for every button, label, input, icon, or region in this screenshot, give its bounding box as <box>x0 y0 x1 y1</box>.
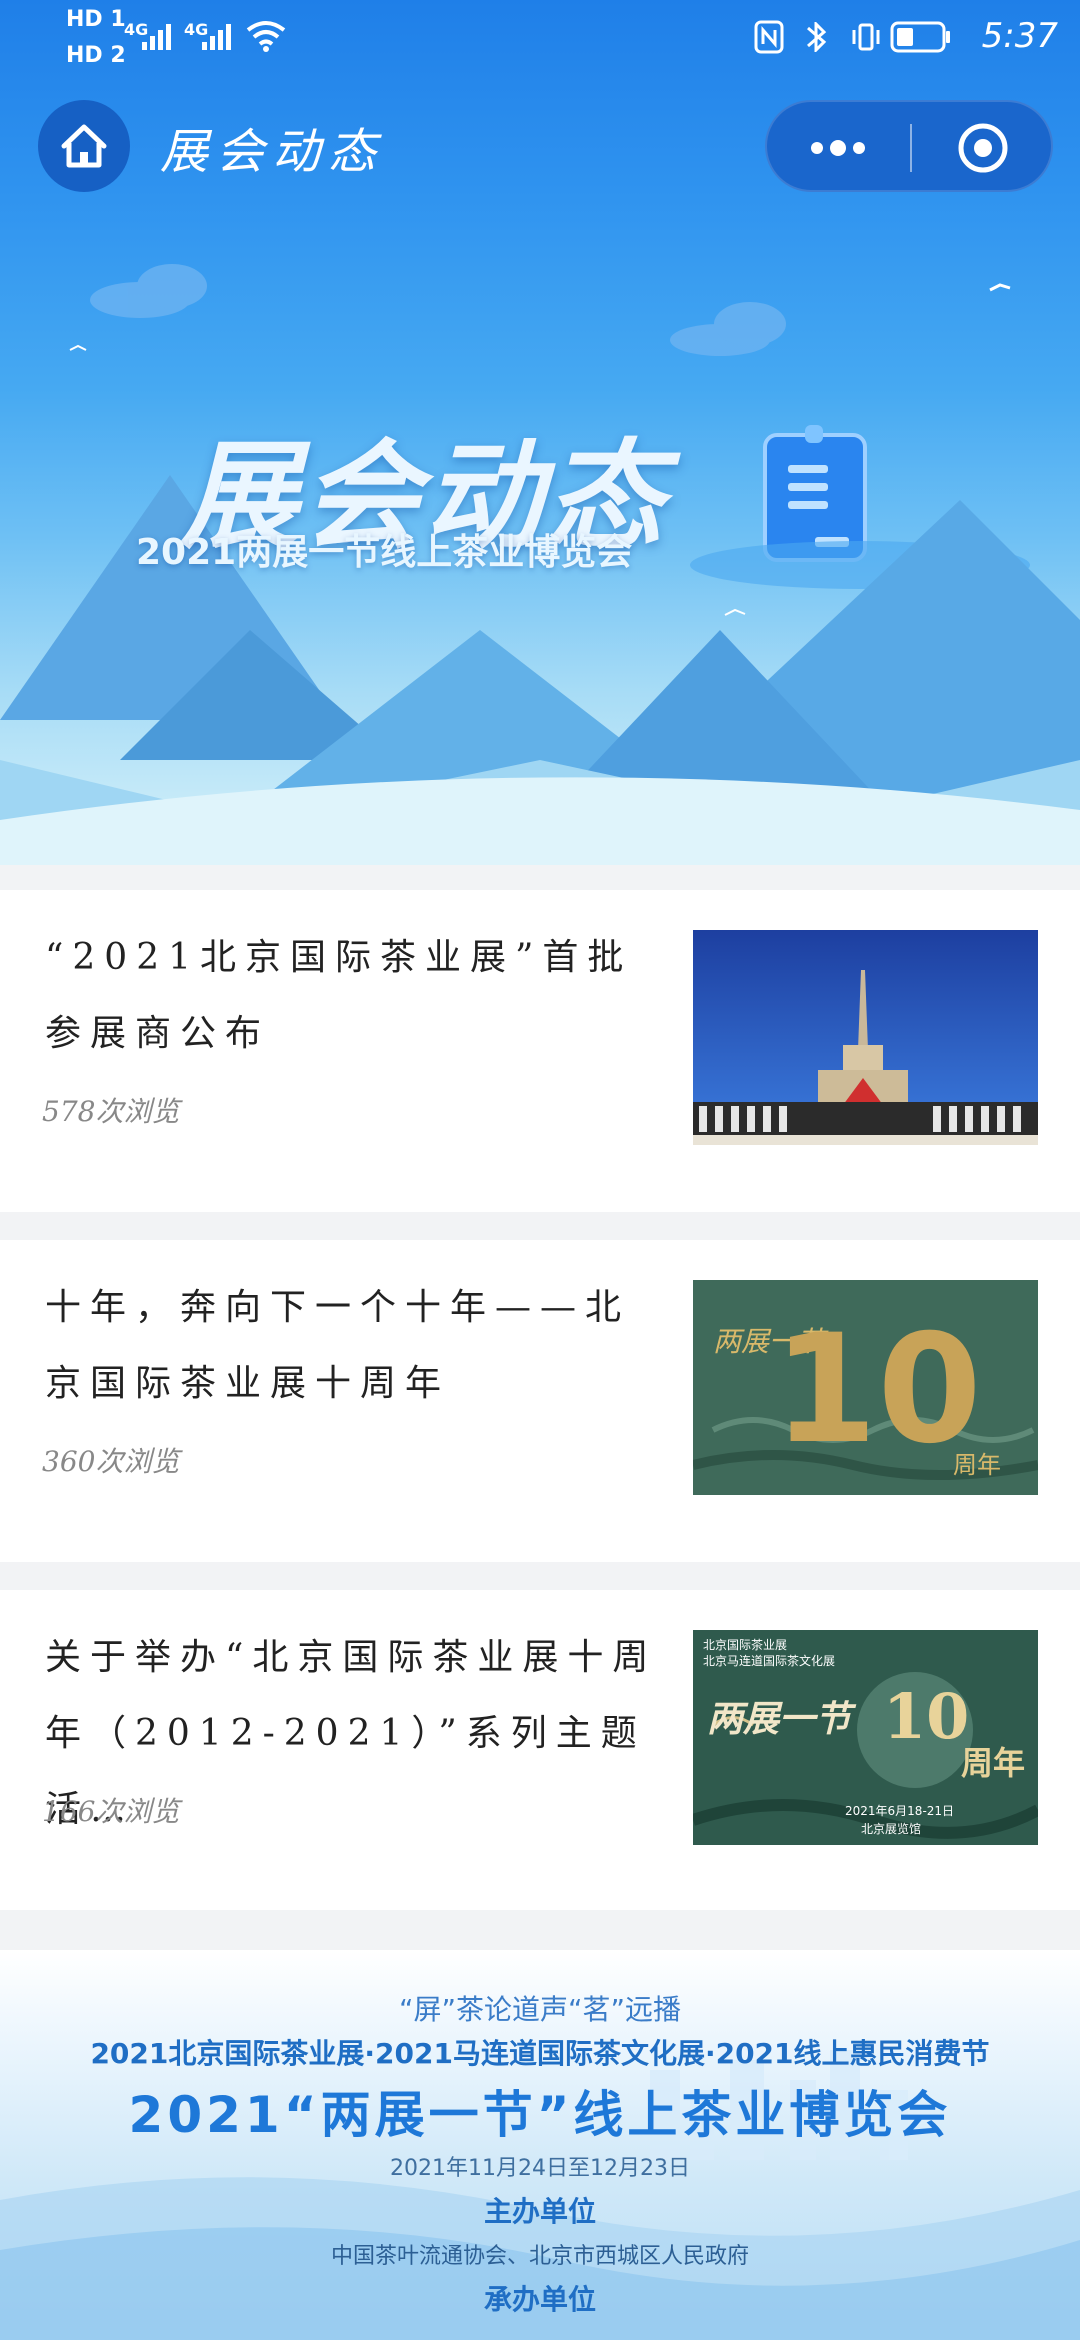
thumbnail-text: 周年 <box>961 1744 1026 1782</box>
thumbnail-text: 北京国际茶业展 <box>703 1638 788 1652</box>
sim1-label: HD 1 <box>66 7 126 32</box>
thumbnail-number: 10 <box>883 1680 970 1753</box>
article-view-count: 166次浏览 <box>42 1795 180 1828</box>
close-miniprogram-icon[interactable] <box>955 120 1011 176</box>
article-card[interactable]: 关于举办“北京国际茶业展十周年（2012-2021）”系列主题活… 166次浏览… <box>0 1590 1080 1910</box>
signal-icon <box>142 24 171 50</box>
banner-subtitle: 2021两展一节线上茶业博览会 <box>136 532 633 573</box>
nfc-icon <box>754 20 784 54</box>
vibrate-icon <box>852 23 880 51</box>
footer-banner: “屏”茶论道声“茗”远播 2021北京国际茶业展·2021马连道国际茶文化展·2… <box>0 1950 1080 2340</box>
footer-slogan: “屏”茶论道声“茗”远播 <box>398 1993 682 2026</box>
header-banner-area: HD 1 HD 2 4G 4G 5:37 展会动态 展会动态 2021两展一节线… <box>0 0 1080 865</box>
footer-main-title: 2021“两展一节”线上茶业博览会 <box>128 2086 952 2144</box>
more-icon[interactable] <box>807 132 869 164</box>
thumbnail-text: 2021年6月18-21日 <box>845 1804 955 1818</box>
home-icon <box>61 124 107 168</box>
wifi-icon <box>246 21 286 52</box>
thumbnail-text: 两展一节 <box>707 1698 852 1740</box>
article-card[interactable]: 十年，奔向下一个十年——北京国际茶业展十周年 360次浏览 两展一节 10 周年 <box>0 1240 1080 1562</box>
thumbnail-text: 北京马连道国际茶文化展 <box>703 1654 836 1668</box>
status-bar: HD 1 HD 2 4G 4G 5:37 <box>0 0 1080 80</box>
capsule-divider <box>910 124 912 172</box>
footer-host-label: 主办单位 <box>483 2195 596 2228</box>
article-thumbnail[interactable]: 两展一节 10 周年 <box>693 1280 1038 1495</box>
signal-icon <box>202 24 231 50</box>
article-card[interactable]: “2021北京国际茶业展”首批参展商公布 578次浏览 <box>0 890 1080 1212</box>
clock: 5:37 <box>981 16 1058 56</box>
article-view-count: 578次浏览 <box>42 1095 180 1128</box>
thumbnail-text: 北京展览馆 <box>861 1822 922 1836</box>
footer-dates: 2021年11月24日至12月23日 <box>390 2156 690 2181</box>
home-button[interactable] <box>38 100 130 192</box>
footer-events: 2021北京国际茶业展·2021马连道国际茶文化展·2021线上惠民消费节 <box>90 2037 990 2070</box>
page-title: 展会动态 <box>160 124 385 180</box>
thumbnail-number: 10 <box>773 1303 982 1477</box>
article-title[interactable]: “2021北京国际茶业展”首批参展商公布 <box>45 920 665 1072</box>
battery-icon <box>890 21 950 53</box>
article-view-count: 360次浏览 <box>42 1445 180 1478</box>
thumbnail-text: 周年 <box>953 1451 1001 1479</box>
article-thumbnail[interactable] <box>693 930 1038 1145</box>
footer-host: 中国茶叶流通协会、北京市西城区人民政府 <box>330 2244 749 2269</box>
miniprogram-capsule <box>765 100 1053 192</box>
bluetooth-icon <box>807 22 827 52</box>
article-thumbnail[interactable]: 北京国际茶业展 北京马连道国际茶文化展 两展一节 10 周年 2021年6月18… <box>693 1630 1038 1845</box>
footer-organizer-label: 承办单位 <box>483 2283 596 2316</box>
article-title[interactable]: 十年，奔向下一个十年——北京国际茶业展十周年 <box>45 1270 665 1422</box>
sim2-label: HD 2 <box>66 43 126 68</box>
